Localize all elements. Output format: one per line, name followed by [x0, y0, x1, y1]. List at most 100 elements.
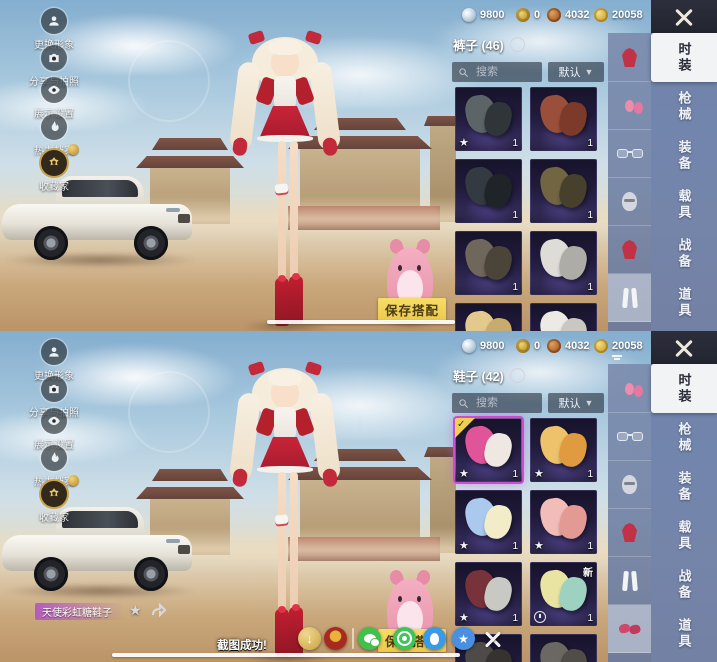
- menu-collector[interactable]: 收藏家: [39, 481, 69, 524]
- item-tile[interactable]: [530, 634, 597, 662]
- tab-firearms[interactable]: 枪械: [651, 82, 717, 131]
- favorite-star-icon[interactable]: ★: [129, 602, 142, 619]
- category-hair[interactable]: [608, 82, 651, 130]
- item-tile[interactable]: 1: [530, 231, 597, 295]
- menu-label: 收藏家: [39, 509, 69, 524]
- tab-fashion[interactable]: 时装: [651, 364, 717, 413]
- category-outfit[interactable]: [608, 509, 651, 557]
- tab-label: 战备: [675, 238, 694, 270]
- item-tile[interactable]: ★ 1: [530, 490, 597, 554]
- wechat-moments-share-button[interactable]: [393, 627, 416, 650]
- item-tile[interactable]: [530, 303, 597, 331]
- close-button[interactable]: [651, 331, 717, 366]
- tab-equipment[interactable]: 装备: [651, 462, 717, 511]
- wechat-share-button[interactable]: [358, 627, 381, 650]
- tab-label: 道具: [675, 618, 694, 650]
- category-hair[interactable]: [608, 365, 651, 413]
- category-outfit[interactable]: [608, 34, 651, 82]
- tab-firearms[interactable]: 枪械: [651, 413, 717, 462]
- scroll-indicator: [267, 320, 455, 324]
- collector-badge-icon: [47, 156, 61, 170]
- eye-icon: [47, 414, 61, 428]
- qzone-share-button[interactable]: ★: [452, 627, 475, 650]
- tab-supplies[interactable]: 战备: [651, 560, 717, 609]
- hair-icon: [625, 383, 634, 395]
- help-icon[interactable]: ?: [510, 37, 525, 52]
- item-tile[interactable]: ★ 1: [530, 418, 597, 482]
- clock-icon: [534, 611, 546, 623]
- category-glasses[interactable]: [608, 413, 651, 461]
- search-input[interactable]: [474, 65, 536, 79]
- sort-dropdown[interactable]: 默认 ▼: [548, 393, 604, 413]
- menu-collector[interactable]: 收藏家: [39, 150, 69, 193]
- category-outfit-alt[interactable]: [608, 226, 651, 274]
- help-icon[interactable]: ?: [510, 368, 525, 383]
- bronze-coin-icon: [547, 8, 561, 22]
- category-glasses[interactable]: [608, 130, 651, 178]
- flame-icon: [47, 451, 61, 465]
- tab-label: 装备: [675, 471, 694, 503]
- currency-value: 20058: [612, 9, 643, 21]
- save-outfit-button[interactable]: 保存搭配: [378, 298, 446, 321]
- category-pants[interactable]: [608, 274, 651, 322]
- item-count: 1: [587, 541, 593, 552]
- hair-icon: [625, 100, 634, 112]
- sort-label: 默认: [559, 64, 581, 80]
- category-shoes[interactable]: [608, 605, 651, 653]
- currency-voucher: 9800: [462, 338, 504, 354]
- share-close-icon[interactable]: [483, 629, 503, 649]
- outfit-icon: [622, 523, 637, 542]
- pants-icon: [622, 571, 638, 591]
- item-tile[interactable]: ★ 1: [455, 87, 522, 151]
- currency-value: 9800: [480, 9, 504, 21]
- scroll-up-indicator: [612, 355, 622, 364]
- tab-supplies[interactable]: 战备: [651, 229, 717, 278]
- close-button[interactable]: [651, 0, 717, 35]
- player-character: [237, 363, 333, 661]
- tab-equipment[interactable]: 装备: [651, 131, 717, 180]
- face-mask-icon: [622, 192, 637, 211]
- pants-icon: [622, 288, 638, 308]
- panel-title: 裤子 (46): [453, 35, 504, 54]
- camera-icon: [47, 51, 61, 65]
- tab-props[interactable]: 道具: [651, 609, 717, 658]
- category-face-mask[interactable]: [608, 461, 651, 509]
- owned-star-icon: ★: [534, 540, 544, 552]
- item-count: 1: [587, 469, 593, 480]
- currency-bronze: 4032: [547, 338, 589, 354]
- save-image-button[interactable]: ↓: [298, 627, 321, 650]
- item-tile[interactable]: ★ 1: [455, 490, 522, 554]
- currency-value: 4032: [565, 340, 589, 352]
- currency-gold-a: 0: [516, 338, 540, 354]
- tab-vehicles[interactable]: 载具: [651, 180, 717, 229]
- search-box[interactable]: [452, 62, 542, 82]
- item-tile-selected[interactable]: ✓ ★ 1: [455, 418, 522, 482]
- item-tile[interactable]: 1: [455, 159, 522, 223]
- item-tile[interactable]: 1: [455, 231, 522, 295]
- category-face-mask[interactable]: [608, 178, 651, 226]
- sort-dropdown[interactable]: 默认 ▼: [548, 62, 604, 82]
- sports-car: [0, 499, 198, 599]
- scroll-indicator: [112, 653, 460, 657]
- tab-fashion[interactable]: 时装: [651, 33, 717, 82]
- tab-props[interactable]: 道具: [651, 278, 717, 327]
- item-tile[interactable]: 新 1: [530, 562, 597, 626]
- item-tile[interactable]: 1: [530, 159, 597, 223]
- item-tile[interactable]: [455, 303, 522, 331]
- search-input[interactable]: [474, 396, 536, 410]
- ferris-wheel: [128, 371, 210, 453]
- share-item-icon[interactable]: [151, 603, 167, 618]
- qq-share-button[interactable]: [423, 627, 446, 650]
- item-count: 1: [512, 541, 518, 552]
- search-box[interactable]: [452, 393, 542, 413]
- chevron-down-icon: ▼: [585, 398, 594, 408]
- tab-label: 载具: [675, 520, 694, 552]
- item-tile[interactable]: 1: [530, 87, 597, 151]
- category-pants[interactable]: [608, 557, 651, 605]
- gold-coin-icon: [594, 8, 608, 22]
- game-logo-share-button[interactable]: [324, 627, 347, 650]
- tab-vehicles[interactable]: 载具: [651, 511, 717, 560]
- shoes-icon: [618, 623, 631, 634]
- item-count: 1: [512, 613, 518, 624]
- item-tile[interactable]: ★ 1: [455, 562, 522, 626]
